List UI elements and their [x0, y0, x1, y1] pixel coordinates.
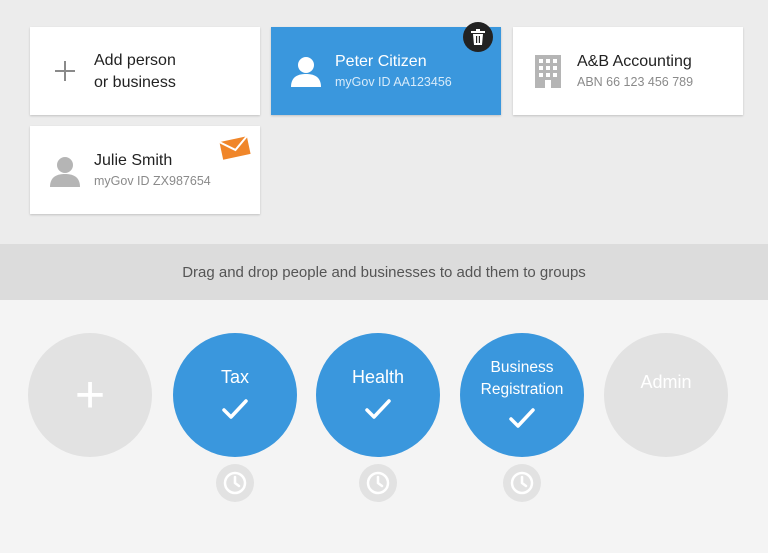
card-id: myGov ID AA123456: [335, 75, 452, 89]
person-card-peter-citizen[interactable]: Peter Citizen myGov ID AA123456: [271, 22, 501, 115]
group-label: Admin: [640, 372, 692, 392]
check-icon: [222, 398, 248, 425]
add-card-label-line2: or business: [94, 74, 176, 91]
person-icon: [289, 53, 323, 89]
entities-area: Add person or business Peter Citizen myG…: [0, 0, 768, 244]
card-abn: ABN 66 123 456 789: [577, 75, 694, 89]
envelope-icon[interactable]: [218, 135, 251, 161]
group-tax[interactable]: Tax: [173, 333, 297, 457]
group-business-registration[interactable]: Business Registration: [460, 333, 584, 457]
person-icon: [48, 153, 82, 189]
group-admin[interactable]: Admin: [604, 333, 728, 457]
group-label: Health: [351, 366, 405, 387]
clock-icon[interactable]: [503, 464, 541, 502]
group-health[interactable]: Health: [316, 333, 440, 457]
plus-icon: +: [74, 366, 106, 424]
add-person-business-card[interactable]: Add person or business: [30, 27, 260, 115]
drag-drop-hint-banner: Drag and drop people and businesses to a…: [0, 244, 768, 300]
trash-icon[interactable]: [463, 22, 493, 52]
add-group-button[interactable]: +: [28, 333, 152, 457]
plus-icon: [48, 53, 82, 89]
check-icon: [365, 398, 391, 425]
drag-drop-hint-text: Drag and drop people and businesses to a…: [182, 263, 586, 281]
groups-area: + Tax Health Business Registration Admin: [0, 300, 768, 553]
person-card-julie-smith[interactable]: Julie Smith myGov ID ZX987654: [30, 126, 260, 214]
group-label: Tax: [220, 366, 249, 387]
check-icon: [509, 407, 535, 434]
group-label-line2: Registration: [480, 380, 564, 398]
card-name: A&B Accounting: [577, 53, 692, 70]
group-label-line1: Business: [490, 358, 554, 376]
add-card-label-line1: Add person: [94, 52, 176, 69]
clock-icon[interactable]: [216, 464, 254, 502]
card-name: Peter Citizen: [335, 53, 427, 70]
clock-icon[interactable]: [359, 464, 397, 502]
building-icon: [531, 53, 565, 89]
card-id: myGov ID ZX987654: [94, 174, 211, 188]
business-card-ab-accounting[interactable]: A&B Accounting ABN 66 123 456 789: [513, 27, 743, 115]
